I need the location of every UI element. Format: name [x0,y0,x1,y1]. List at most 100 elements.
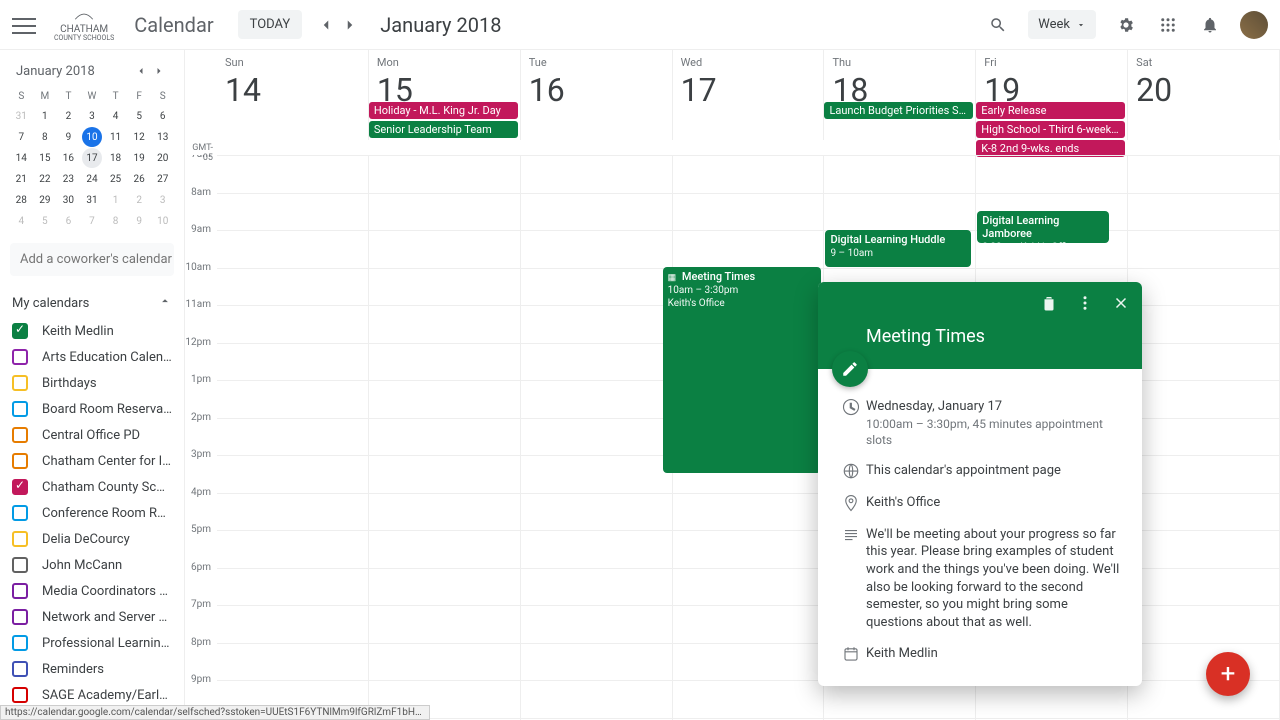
calendar-item[interactable]: Chatham County School S... [10,474,174,500]
allday-chip[interactable]: Launch Budget Priorities Survey [824,102,973,119]
calendar-checkbox[interactable] [12,661,28,677]
calendar-checkbox[interactable] [12,531,28,547]
mini-day[interactable]: 1 [35,106,55,126]
calendar-item[interactable]: John McCann [10,552,174,578]
calendar-item[interactable]: Media Coordinators 2017-... [10,578,174,604]
today-button[interactable]: TODAY [238,10,303,39]
mini-day[interactable]: 1 [106,190,126,210]
calendar-checkbox[interactable] [12,479,28,495]
mini-day[interactable]: 21 [11,169,31,189]
calendar-item[interactable]: Chatham Center for Innov... [10,448,174,474]
mini-day[interactable]: 6 [153,106,173,126]
day-header[interactable]: Mon15Holiday - M.L. King Jr. DaySenior L… [369,50,521,140]
mini-day[interactable]: 8 [106,211,126,231]
mini-day[interactable]: 6 [58,211,78,231]
calendar-item[interactable]: Board Room Reservation ... [10,396,174,422]
search-icon[interactable] [986,13,1010,37]
account-avatar[interactable] [1240,11,1268,39]
calendar-checkbox[interactable] [12,453,28,469]
calendar-item[interactable]: Professional Learning Cen... [10,630,174,656]
mini-day[interactable]: 5 [129,106,149,126]
prev-week-button[interactable] [314,13,338,37]
create-event-fab[interactable]: + [1206,652,1250,696]
calendar-item[interactable]: Delia DeCourcy [10,526,174,552]
mini-day[interactable]: 31 [82,190,102,210]
mini-day[interactable]: 25 [106,169,126,189]
close-icon[interactable] [1112,294,1130,316]
mini-day[interactable]: 14 [11,148,31,168]
edit-button[interactable] [832,351,868,387]
mini-cal-next[interactable] [150,62,168,80]
menu-icon[interactable] [12,13,36,37]
mini-day[interactable]: 3 [82,106,102,126]
calendar-checkbox[interactable] [12,583,28,599]
calendar-item[interactable]: Birthdays [10,370,174,396]
calendar-checkbox[interactable] [12,349,28,365]
calendar-checkbox[interactable] [12,609,28,625]
mini-day[interactable]: 10 [153,211,173,231]
mini-day[interactable]: 24 [82,169,102,189]
allday-chip[interactable]: Holiday - M.L. King Jr. Day [369,102,518,119]
calendar-item[interactable]: Conference Room Reserva... [10,500,174,526]
delete-icon[interactable] [1040,294,1058,316]
col-sat[interactable] [1128,155,1280,720]
mini-day[interactable]: 4 [11,211,31,231]
day-header[interactable]: Fri19Early ReleaseHigh School - Third 6-… [976,50,1128,140]
mini-day[interactable]: 10 [82,127,102,147]
appointment-page-link[interactable]: This calendar's appointment page [866,462,1124,480]
mini-day[interactable]: 23 [58,169,78,189]
mini-day[interactable]: 15 [35,148,55,168]
mini-day[interactable]: 30 [58,190,78,210]
calendar-item[interactable]: Network and Server Maint... [10,604,174,630]
col-wed[interactable]: Meeting Times 10am – 3:30pm Keith's Offi… [673,155,825,720]
view-selector[interactable]: Week [1028,10,1096,39]
calendar-checkbox[interactable] [12,557,28,573]
more-icon[interactable] [1076,294,1094,316]
mini-day[interactable]: 19 [129,148,149,168]
mini-day[interactable]: 13 [153,127,173,147]
mini-cal-prev[interactable] [132,62,150,80]
allday-chip[interactable]: High School - Third 6-week Ends ( [976,121,1125,138]
event-jamboree[interactable]: Digital Learning Jamboree 8:30am, Keith'… [977,211,1109,243]
day-header[interactable]: Tue16 [521,50,673,140]
mini-day[interactable]: 22 [35,169,55,189]
mini-day[interactable]: 8 [35,127,55,147]
mini-day[interactable]: 31 [11,106,31,126]
mini-day[interactable]: 3 [153,190,173,210]
col-mon[interactable] [369,155,521,720]
mini-day[interactable]: 5 [35,211,55,231]
event-digital-huddle[interactable]: Digital Learning Huddle 9 – 10am [825,230,971,267]
mini-day[interactable]: 29 [35,190,55,210]
next-week-button[interactable] [338,13,362,37]
mini-day[interactable]: 12 [129,127,149,147]
calendar-checkbox[interactable] [12,635,28,651]
calendar-checkbox[interactable] [12,505,28,521]
settings-icon[interactable] [1114,13,1138,37]
calendar-checkbox[interactable] [12,375,28,391]
add-coworker-input[interactable] [20,252,184,267]
mini-day[interactable]: 16 [58,148,78,168]
mini-day[interactable]: 9 [58,127,78,147]
col-tue[interactable] [521,155,673,720]
mini-day[interactable]: 4 [106,106,126,126]
mini-day[interactable]: 28 [11,190,31,210]
calendar-item[interactable]: Arts Education Calendar [10,344,174,370]
calendar-item[interactable]: Reminders [10,656,174,682]
mini-day[interactable]: 27 [153,169,173,189]
mini-day[interactable]: 2 [129,190,149,210]
event-meeting-times[interactable]: Meeting Times 10am – 3:30pm Keith's Offi… [663,267,822,473]
apps-icon[interactable] [1156,13,1180,37]
day-header[interactable]: Thu18Launch Budget Priorities Survey [824,50,976,140]
allday-chip[interactable]: Early Release [976,102,1125,119]
day-header[interactable]: Sun14 [217,50,369,140]
mini-day[interactable]: 26 [129,169,149,189]
notifications-icon[interactable] [1198,13,1222,37]
my-calendars-toggle[interactable]: My calendars [10,288,174,318]
calendar-checkbox[interactable] [12,323,28,339]
mini-day[interactable]: 9 [129,211,149,231]
calendar-item[interactable]: Keith Medlin [10,318,174,344]
mini-day[interactable]: 20 [153,148,173,168]
mini-day[interactable]: 11 [106,127,126,147]
allday-chip[interactable]: Senior Leadership Team [369,121,518,138]
day-header[interactable]: Sat20 [1128,50,1280,140]
